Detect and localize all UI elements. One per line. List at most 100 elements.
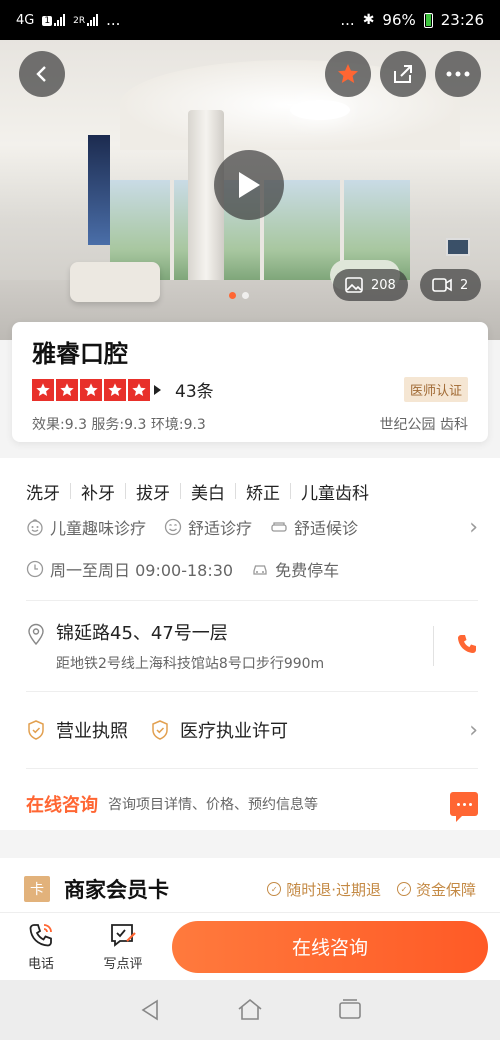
photo-count-button[interactable]: 208 [333, 269, 408, 301]
region-category: 世纪公园 齿科 [379, 417, 468, 433]
phone-call-button[interactable] [456, 633, 478, 659]
feature-label: 舒适候诊 [294, 519, 359, 538]
carousel-dot [242, 292, 249, 299]
clock-icon [26, 560, 44, 578]
service-tag: 拔牙 [136, 483, 170, 504]
service-tag: 洗牙 [26, 483, 60, 504]
address-row[interactable]: 锦延路45、47号一层 距地铁2号线上海科技馆站8号口步行990m [26, 601, 478, 691]
star-icon [338, 64, 358, 83]
photo-count: 208 [371, 277, 396, 293]
favorite-button[interactable] [325, 51, 371, 97]
consult-title: 在线咨询 [26, 795, 98, 816]
nav-home-icon[interactable] [236, 997, 264, 1023]
child-face-icon [27, 519, 43, 536]
license-label: 营业执照 [56, 721, 128, 742]
hero-monitor [446, 238, 470, 256]
smile-icon [164, 518, 182, 536]
guarantee-label: 随时退·过期退 [286, 880, 381, 899]
notification-more: ... [106, 11, 121, 29]
feature-item: 儿童趣味诊疗 [26, 515, 146, 539]
chevron-right-icon: › [469, 514, 478, 540]
nav-back-icon[interactable] [137, 997, 163, 1023]
hero-gallery[interactable]: 208 2 [0, 40, 500, 340]
shop-info-card: 雅睿口腔 43条 医师认证 效果:9.3 服务:9.3 环境:9.3 世纪公园 … [12, 322, 488, 442]
status-more: ... [340, 11, 355, 29]
parking-item: 免费停车 [251, 557, 339, 581]
address-main: 锦延路45、47号一层 [56, 623, 228, 644]
address-subway: 距地铁2号线上海科技馆站8号口步行990m [56, 656, 325, 672]
shield-check-icon [152, 720, 168, 740]
chevron-right-icon: › [469, 717, 478, 743]
online-consult-row[interactable]: 在线咨询 咨询项目详情、价格、预约信息等 [26, 769, 478, 839]
phone-icon [29, 924, 52, 947]
back-button[interactable] [19, 51, 65, 97]
check-circle-icon: ✓ [267, 882, 282, 896]
phone-button[interactable]: 电话 [16, 921, 66, 972]
phone-label: 电话 [27, 957, 54, 972]
sim1-label: 1 [42, 16, 53, 26]
star-icon [56, 378, 78, 401]
member-card-icon: 卡 [24, 876, 50, 902]
rating-row[interactable]: 43条 医师认证 [32, 377, 468, 402]
phone-icon [458, 635, 476, 653]
image-icon [345, 277, 363, 293]
sim2-label: 2R [73, 16, 86, 26]
feature-label: 舒适诊疗 [188, 519, 253, 538]
bottom-action-bar: 电话 写点评 在线咨询 [0, 912, 500, 980]
video-count: 2 [460, 277, 469, 293]
clock: 23:26 [440, 11, 484, 29]
play-video-button[interactable] [214, 150, 284, 220]
shield-check-icon [28, 720, 44, 740]
star-icon [104, 378, 126, 401]
hours-item: 周一至周日 09:00-18:30 [26, 557, 233, 581]
service-tag: 儿童齿科 [301, 483, 369, 504]
hours-row: 周一至周日 09:00-18:30 免费停车 [26, 552, 478, 586]
divider-vertical [433, 626, 434, 666]
carousel-indicator [229, 292, 249, 299]
review-count: 43条 [175, 382, 214, 402]
member-card-section[interactable]: 卡 商家会员卡 ✓ 随时退·过期退 ✓ 资金保障 [0, 858, 500, 920]
bluetooth-icon: ✱ [362, 12, 375, 28]
guarantee-label: 资金保障 [415, 880, 476, 899]
status-bar: 4G 1 2R ... ... ✱ 96% 23:26 [0, 0, 500, 40]
service-tag: 美白 [191, 483, 225, 504]
hero-lamp [290, 100, 350, 120]
shop-details: 洗牙 补牙 拔牙 美白 矫正 儿童齿科 儿童趣味诊疗 舒适诊疗 舒适候诊 › 周… [0, 458, 500, 830]
service-tag: 矫正 [246, 483, 280, 504]
more-button[interactable] [435, 51, 481, 97]
video-count-button[interactable]: 2 [420, 269, 481, 301]
star-icon [32, 378, 54, 401]
license-row[interactable]: 营业执照 医疗执业许可 › [26, 692, 478, 768]
license-item: 医疗执业许可 [150, 717, 288, 743]
check-circle-icon: ✓ [396, 882, 411, 896]
license-item: 营业执照 [26, 717, 128, 743]
hero-poster [88, 135, 110, 245]
features-row[interactable]: 儿童趣味诊疗 舒适诊疗 舒适候诊 › [26, 510, 478, 544]
chat-bubble-icon [450, 792, 478, 822]
video-icon [432, 278, 452, 292]
guarantee-refund: ✓ 随时退·过期退 [267, 879, 381, 900]
rating-arrow-icon [154, 384, 161, 395]
guarantee-fund: ✓ 资金保障 [396, 879, 476, 900]
business-hours: 周一至周日 09:00-18:30 [50, 561, 234, 580]
sofa-icon [271, 522, 287, 532]
sim1-signal-icon: 1 [42, 14, 66, 26]
back-arrow-icon [36, 66, 46, 82]
share-button[interactable] [380, 51, 426, 97]
parking-label: 免费停车 [275, 561, 340, 580]
edit-review-icon [111, 924, 136, 947]
nav-recents-icon[interactable] [337, 997, 363, 1023]
license-label: 医疗执业许可 [180, 721, 288, 742]
location-pin-icon [28, 623, 44, 645]
shop-name: 雅睿口腔 [32, 340, 128, 368]
star-icon [80, 378, 102, 401]
more-dots-icon [446, 71, 470, 77]
car-icon [253, 565, 267, 575]
online-consult-button[interactable]: 在线咨询 [172, 920, 488, 973]
sim2-signal-icon: 2R [73, 14, 99, 26]
share-icon [394, 65, 412, 83]
star-icon [128, 378, 150, 401]
service-tags: 洗牙 补牙 拔牙 美白 矫正 儿童齿科 [26, 472, 478, 510]
write-review-button[interactable]: 写点评 [98, 921, 148, 972]
feature-label: 儿童趣味诊疗 [50, 519, 147, 538]
